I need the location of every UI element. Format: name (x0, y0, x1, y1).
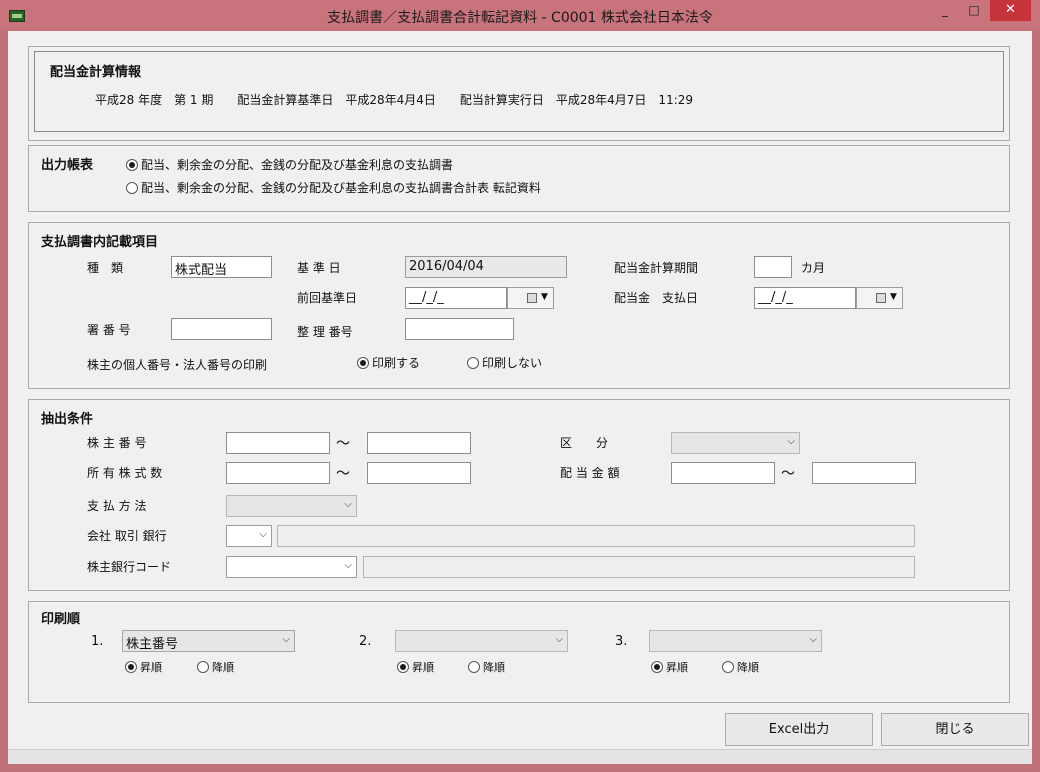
base-date-label: 基 準 日 (297, 261, 341, 275)
prev-base-date-field[interactable]: __/_/_ (405, 287, 507, 309)
division-select[interactable]: ⌵ (671, 432, 800, 454)
pay-date-field[interactable]: __/_/_ (754, 287, 856, 309)
minimize-button[interactable]: _ (930, 0, 960, 21)
order-1-ascending[interactable]: 昇順 (125, 659, 162, 675)
dialog-client: 配当金計算情報 平成28 年度 第 1 期 配当金計算基準日 平成28年4月4日… (8, 31, 1032, 764)
dividend-amount-to[interactable] (812, 462, 916, 484)
window-title: 支払調書／支払調書合計転記資料 - C0001 株式会社日本法令 (327, 10, 713, 26)
radio-selected-icon (125, 661, 137, 673)
chevron-down-icon: ▼ (890, 292, 897, 302)
status-bar (8, 749, 1032, 764)
order-1-select[interactable]: 株主番号 ⌵ (122, 630, 295, 652)
chevron-down-icon: ⌵ (282, 634, 290, 645)
range-tilde: ～ (781, 466, 795, 482)
dividend-info-line: 平成28 年度 第 1 期 配当金計算基準日 平成28年4月4日 配当計算実行日… (95, 93, 694, 107)
payment-method-select[interactable]: ⌵ (226, 495, 357, 517)
pay-date-picker[interactable]: ▼ (856, 287, 903, 309)
chevron-down-icon: ⌵ (259, 529, 267, 540)
chevron-down-icon: ⌵ (787, 436, 795, 447)
base-date-field: 2016/04/04 (405, 256, 567, 278)
shareholder-bank-name (363, 556, 915, 578)
shareholder-number-from[interactable] (226, 432, 330, 454)
statement-items-title: 支払調書内記載項目 (41, 235, 159, 250)
company-bank-select[interactable]: ⌵ (226, 525, 272, 547)
office-number-label: 署 番 号 (87, 323, 131, 337)
close-button[interactable]: 閉じる (881, 713, 1029, 746)
dividend-info-group: 配当金計算情報 平成28 年度 第 1 期 配当金計算基準日 平成28年4月4日… (28, 46, 1010, 141)
maximize-button[interactable]: □ (960, 0, 988, 21)
company-bank-label: 会社 取引 銀行 (87, 529, 167, 543)
output-report-group: 出力帳表 配当、剰余金の分配、金銭の分配及び基金利息の支払調書 配当、剰余金の分… (28, 145, 1010, 212)
company-bank-name (277, 525, 915, 547)
print-no-radio[interactable]: 印刷しない (467, 354, 542, 371)
dividend-info-title: 配当金計算情報 (50, 65, 142, 80)
filter-title: 抽出条件 (41, 412, 94, 427)
radio-selected-icon (651, 661, 663, 673)
prev-base-date-label: 前回基準日 (297, 291, 358, 305)
order-2-select[interactable]: ⌵ (395, 630, 568, 652)
radio-unselected-icon (197, 661, 209, 673)
division-label: 区 分 (560, 436, 609, 450)
payment-method-label: 支 払 方 法 (87, 499, 147, 513)
excel-export-button[interactable]: Excel出力 (725, 713, 873, 746)
chevron-down-icon: ⌵ (344, 560, 352, 571)
radio-selected-icon (357, 357, 369, 369)
kind-field[interactable]: 株式配当 (171, 256, 272, 278)
radio-unselected-icon (467, 357, 479, 369)
order-3-select[interactable]: ⌵ (649, 630, 822, 652)
range-tilde: ～ (336, 436, 350, 452)
order-3-number: 3. (615, 634, 628, 649)
radio-unselected-icon (126, 182, 138, 194)
reference-number-label: 整 理 番号 (297, 325, 353, 339)
calendar-icon (527, 293, 537, 303)
shareholder-number-label: 株 主 番 号 (87, 436, 147, 450)
reference-number-field[interactable] (405, 318, 514, 340)
dividend-amount-label: 配 当 金 額 (560, 466, 620, 480)
shareholder-bank-label: 株主銀行コード (87, 560, 172, 574)
period-label: 配当金計算期間 (614, 261, 699, 275)
prev-base-date-picker[interactable]: ▼ (507, 287, 554, 309)
shareholder-number-to[interactable] (367, 432, 471, 454)
close-window-button[interactable]: ✕ (990, 0, 1031, 21)
period-unit: カ月 (801, 261, 826, 275)
output-option-summary[interactable]: 配当、剰余金の分配、金銭の分配及び基金利息の支払調書合計表 転記資料 (126, 179, 541, 196)
print-number-label: 株主の個人番号・法人番号の印刷 (87, 358, 268, 372)
print-yes-radio[interactable]: 印刷する (357, 354, 420, 371)
chevron-down-icon: ⌵ (809, 634, 817, 645)
shares-held-label: 所 有 株 式 数 (87, 466, 163, 480)
order-1-descending[interactable]: 降順 (197, 659, 234, 675)
statement-items-group: 支払調書内記載項目 種 類 株式配当 基 準 日 2016/04/04 配当金計… (28, 222, 1010, 389)
chevron-down-icon: ⌵ (555, 634, 563, 645)
filter-group: 抽出条件 株 主 番 号 ～ 区 分 ⌵ 所 有 株 式 数 ～ 配 当 金 額… (28, 399, 1010, 591)
radio-unselected-icon (722, 661, 734, 673)
dividend-amount-from[interactable] (671, 462, 775, 484)
radio-selected-icon (397, 661, 409, 673)
shares-held-to[interactable] (367, 462, 471, 484)
chevron-down-icon: ⌵ (344, 499, 352, 510)
order-3-descending[interactable]: 降順 (722, 659, 759, 675)
chevron-down-icon: ▼ (541, 292, 548, 302)
order-1-number: 1. (91, 634, 104, 649)
period-field[interactable] (754, 256, 792, 278)
order-2-descending[interactable]: 降順 (468, 659, 505, 675)
pay-date-label: 配当金 支払日 (614, 291, 699, 305)
shares-held-from[interactable] (226, 462, 330, 484)
print-order-title: 印刷順 (41, 612, 81, 627)
range-tilde: ～ (336, 466, 350, 482)
radio-unselected-icon (468, 661, 480, 673)
order-3-ascending[interactable]: 昇順 (651, 659, 688, 675)
shareholder-bank-select[interactable]: ⌵ (226, 556, 357, 578)
output-report-title: 出力帳表 (41, 158, 94, 173)
title-bar: 支払調書／支払調書合計転記資料 - C0001 株式会社日本法令 _ □ ✕ (0, 0, 1040, 31)
order-2-number: 2. (359, 634, 372, 649)
output-option-statement[interactable]: 配当、剰余金の分配、金銭の分配及び基金利息の支払調書 (126, 156, 453, 173)
kind-label: 種 類 (87, 261, 124, 275)
office-number-field[interactable] (171, 318, 272, 340)
print-order-group: 印刷順 1. 株主番号 ⌵ 昇順 降順 2. ⌵ 昇順 降順 3. ⌵ 昇順 降… (28, 601, 1010, 703)
order-2-ascending[interactable]: 昇順 (397, 659, 434, 675)
radio-selected-icon (126, 159, 138, 171)
calendar-icon (876, 293, 886, 303)
